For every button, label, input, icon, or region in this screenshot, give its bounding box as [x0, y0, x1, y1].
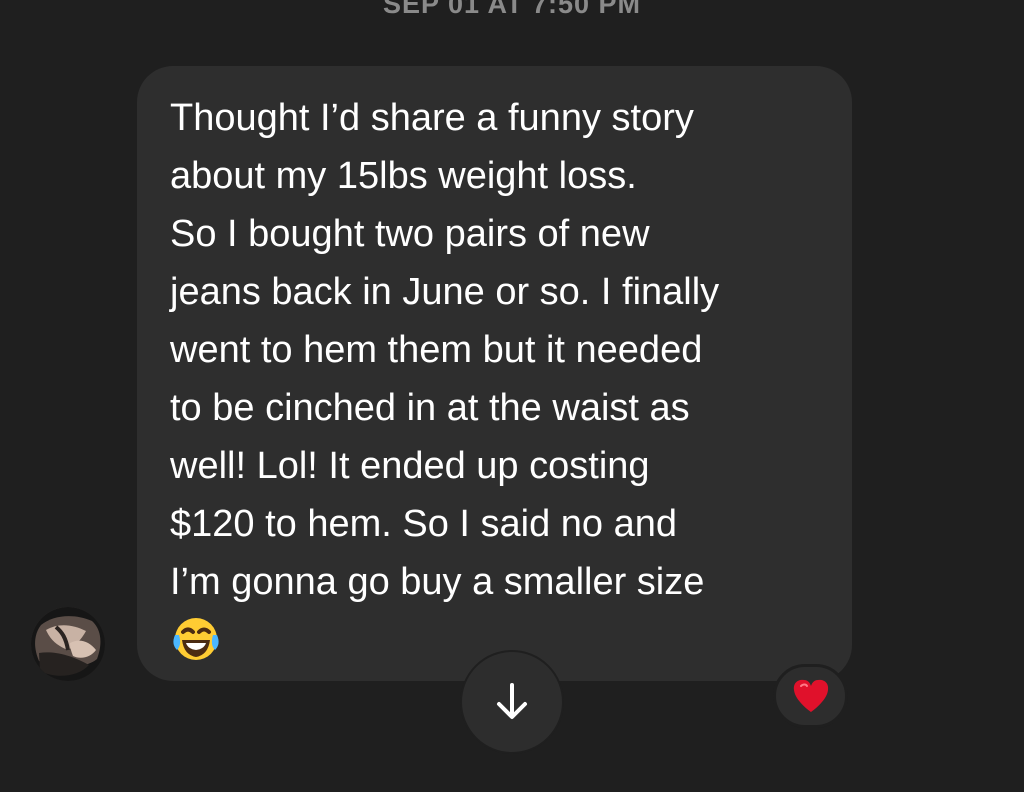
message-line-5: went to hem them but it needed — [170, 329, 703, 371]
message-line-1: Thought I’d share a funny story — [170, 97, 694, 139]
face-with-tears-of-joy-emoji — [170, 613, 222, 670]
red-heart-icon — [793, 679, 828, 712]
message-bubble[interactable]: Thought I’d share a funny story about my… — [137, 66, 852, 681]
message-line-7: well! Lol! It ended up costing — [170, 445, 650, 487]
down-arrow-icon — [497, 683, 527, 719]
message-line-4: jeans back in June or so. I finally — [170, 271, 720, 313]
message-reaction[interactable] — [773, 664, 848, 728]
scroll-down-button[interactable] — [460, 650, 564, 754]
sender-avatar[interactable] — [31, 607, 105, 681]
message-line-3: So I bought two pairs of new — [170, 213, 650, 255]
conversation-timestamp: SEP 01 AT 7:50 PM — [382, 0, 642, 19]
message-line-8: $120 to hem. So I said no and — [170, 503, 678, 545]
message-text: Thought I’d share a funny story about my… — [170, 89, 828, 611]
message-line-2: about my 15lbs weight loss. — [170, 155, 637, 197]
message-line-6: to be cinched in at the waist as — [170, 387, 690, 429]
message-line-9: I’m gonna go buy a smaller size — [170, 561, 705, 603]
message-thread: SEP 01 AT 7:50 PM Thought I’d share a fu… — [0, 0, 1024, 792]
